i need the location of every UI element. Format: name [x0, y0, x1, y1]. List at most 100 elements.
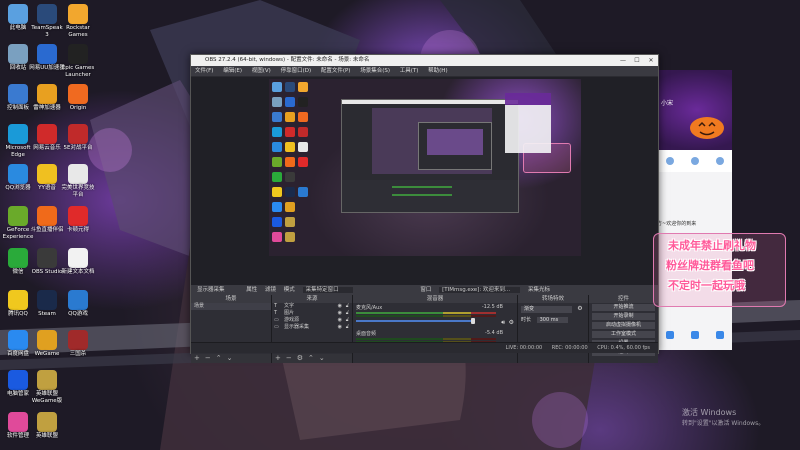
desktop-icon-text-doc[interactable]: 新建文本文档 [60, 248, 96, 276]
volume-slider[interactable] [356, 318, 475, 324]
chat-bottom-icon[interactable] [690, 331, 699, 339]
slider-handle[interactable] [471, 318, 475, 324]
wechat-icon [8, 248, 28, 268]
preview-icon [285, 172, 295, 182]
desktop-icon-lol-wegame[interactable]: 英雄联盟 WeGame版 [29, 370, 65, 405]
minimize-button[interactable]: — [616, 55, 630, 66]
kadun-icon [68, 206, 88, 226]
start-streaming-button[interactable]: 开始推流 [592, 304, 655, 311]
sources-toolbar: + − ⚙ ⌃ ⌄ [272, 354, 352, 363]
desktop-icon-rockstar[interactable]: Rockstar Games [60, 4, 96, 39]
chat-toolbar [657, 150, 732, 172]
desktop-icon-lol[interactable]: 英雄联盟 [29, 412, 65, 440]
chat-bottom-icon[interactable] [715, 331, 724, 339]
scene-item[interactable]: 场景 [191, 303, 271, 310]
speaker-icon[interactable]: 🔊︎ [501, 319, 505, 327]
source-settings-gear-icon[interactable]: ⚙ [297, 354, 303, 362]
menu-docks[interactable]: 停靠窗口(D) [281, 68, 312, 74]
control-panel-icon [8, 84, 28, 104]
desktop-icon-qq-game[interactable]: QQ游戏 [60, 290, 96, 318]
preview-icon [285, 97, 295, 107]
move-down-button[interactable]: ⌄ [227, 354, 233, 362]
preview-icon [272, 232, 282, 242]
desktop-icon-origin[interactable]: Origin [60, 84, 96, 112]
controls-dock-title: 控件 [589, 295, 658, 303]
eye-icon[interactable]: ◉ [338, 303, 342, 310]
obs-title-bar[interactable]: OBS 27.2.4 (64-bit, windows) - 配置文件: 未命名… [191, 55, 658, 66]
lock-icon[interactable]: 🔓︎ [346, 317, 349, 324]
scenes-toolbar: + − ⌃ ⌄ [191, 354, 271, 363]
nested-obs-preview [341, 99, 519, 213]
source-item[interactable]: ▭ 游戏源 ◉ 🔓︎ [272, 317, 352, 324]
menu-profile[interactable]: 配置文件(P) [321, 68, 351, 74]
chat-tool-icon[interactable] [690, 157, 699, 165]
display-source-icon: ▭ [274, 324, 279, 330]
filters-button[interactable]: 滤镜 [265, 287, 276, 293]
sources-dock-title: 来源 [272, 295, 352, 303]
move-up-button[interactable]: ⌃ [216, 354, 222, 362]
eye-icon[interactable]: ◉ [338, 310, 342, 317]
mode-select[interactable]: 采集特定窗口 [302, 287, 353, 293]
source-item[interactable]: T 图片 ◉ 🔓︎ [272, 310, 352, 317]
chat-window: 小宋 方~欢迎你的到来 [657, 70, 732, 350]
lock-icon[interactable]: 🔓︎ [346, 310, 349, 317]
window-select[interactable]: [TIMmsg.exe]: 欢迎来到... [439, 287, 521, 293]
desktop-icon-perfect-world[interactable]: 完美世界竞技平台 [60, 164, 96, 199]
source-item[interactable]: T 文字 ◉ 🔓︎ [272, 303, 352, 310]
source-item[interactable]: ▭ 显示器采集 ◉ 🔓︎ [272, 324, 352, 331]
studio-mode-button[interactable]: 工作室模式 [592, 331, 655, 338]
menu-tools[interactable]: 工具(T) [400, 68, 419, 74]
preview-icon [285, 187, 295, 197]
menu-edit[interactable]: 编辑(E) [223, 68, 242, 74]
start-recording-button[interactable]: 开始录制 [592, 313, 655, 320]
menu-help[interactable]: 帮助(H) [428, 68, 447, 74]
preview-icon [285, 82, 295, 92]
transition-select[interactable]: 渐变 [521, 306, 572, 313]
start-virtual-camera-button[interactable]: 启动虚拟摄像机 [592, 322, 655, 329]
preview-area[interactable]: 显示器采集 属性 滤镜 模式 采集特定窗口 窗口 [TIMmsg.exe]: 欢… [191, 77, 658, 363]
desktop-icon-sanguosha[interactable]: 三国杀 [60, 330, 96, 358]
preview-icon [298, 82, 308, 92]
chat-tool-icon[interactable] [665, 157, 674, 165]
eye-icon[interactable]: ◉ [338, 324, 342, 331]
eye-icon[interactable]: ◉ [338, 317, 342, 324]
add-scene-button[interactable]: + [194, 354, 200, 362]
context-source-name: 显示器采集 [197, 287, 225, 293]
chat-header-banner: 小宋 [657, 70, 732, 150]
move-up-button[interactable]: ⌃ [308, 354, 314, 362]
steam-icon [37, 290, 57, 310]
chat-bottom-icon[interactable] [665, 331, 674, 339]
add-source-button[interactable]: + [275, 354, 281, 362]
desktop-icon-epic[interactable]: Epic Games Launcher [60, 44, 96, 79]
gear-icon[interactable]: ⚙ [509, 319, 514, 326]
preview-icon [272, 217, 282, 227]
desktop-icon-kadun[interactable]: 卡顿元得 [60, 206, 96, 234]
duration-input[interactable]: 300 ms [536, 317, 569, 323]
move-down-button[interactable]: ⌄ [319, 354, 325, 362]
preview-canvas[interactable] [269, 79, 581, 256]
lock-icon[interactable]: 🔓︎ [346, 324, 349, 331]
game-source-icon: ▭ [274, 317, 279, 323]
remove-source-button[interactable]: − [286, 354, 292, 362]
capture-cursor-checkbox[interactable]: 采集光标 [528, 287, 550, 293]
menu-scene-collection[interactable]: 场景集合(S) [360, 68, 390, 74]
close-button[interactable]: ✕ [644, 55, 658, 66]
qq-game-icon [68, 290, 88, 310]
desktop-icon-5e[interactable]: 5E对战平台 [60, 124, 96, 152]
wegame-icon [37, 330, 57, 350]
chat-tool-icon[interactable] [715, 157, 724, 165]
5e-icon [68, 124, 88, 144]
transition-gear-icon[interactable]: ⚙ [577, 305, 582, 312]
mixer-dock-title: 混音器 [353, 295, 517, 303]
preview-icon [272, 202, 282, 212]
properties-button[interactable]: 属性 [246, 287, 257, 293]
mode-label: 模式 [283, 287, 295, 293]
remove-scene-button[interactable]: − [205, 354, 211, 362]
leishen-icon [37, 84, 57, 104]
maximize-button[interactable]: ☐ [630, 55, 644, 66]
menu-view[interactable]: 视图(V) [252, 68, 271, 74]
menu-file[interactable]: 文件(F) [195, 68, 213, 74]
preview-icon [298, 142, 308, 152]
edge-icon [8, 124, 28, 144]
lock-icon[interactable]: 🔓︎ [346, 303, 349, 310]
